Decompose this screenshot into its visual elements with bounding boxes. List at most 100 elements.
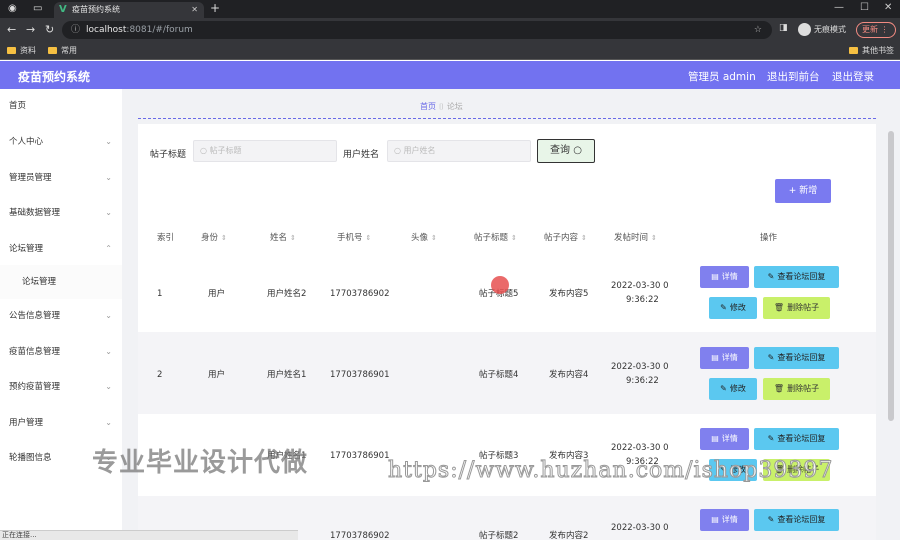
bookmark-folder[interactable]: 常用	[48, 45, 77, 56]
user-name-label: 用户姓名	[343, 150, 380, 160]
tab-title: 疫苗预约系统	[72, 5, 120, 14]
info-icon[interactable]: ⓘ	[71, 21, 80, 39]
query-button[interactable]: 查询 ○	[537, 139, 595, 163]
detail-button[interactable]: ▤ 详情	[700, 347, 749, 369]
sidebar-item-users[interactable]: 用户管理 ⌄	[0, 406, 122, 440]
detail-icon: ▤	[711, 434, 719, 443]
edit-icon: ✎	[767, 272, 775, 281]
url-host: localhost	[86, 25, 127, 35]
delete-label: 删除帖子	[787, 384, 820, 393]
breadcrumb-home[interactable]: 首页	[420, 102, 436, 111]
bookmark-folder[interactable]: 资料	[7, 45, 36, 56]
column-header-role[interactable]: 身份 ⇕	[201, 231, 227, 243]
sidebar-item-label: 公告信息管理	[9, 311, 61, 321]
logout-link[interactable]: 退出登录	[832, 69, 874, 84]
url-field[interactable]: ⓘ localhost:8081/#/forum ☆	[62, 21, 772, 39]
column-header-title[interactable]: 帖子标题 ⇕	[474, 231, 517, 243]
detail-button[interactable]: ▤ 详情	[700, 509, 749, 531]
browser-menu-icon[interactable]: ◉	[8, 3, 17, 14]
sidebar-item-label: 论坛管理	[22, 277, 57, 287]
maximize-icon[interactable]: ☐	[860, 2, 869, 13]
view-replies-button[interactable]: ✎ 查看论坛回复	[754, 428, 839, 450]
other-bookmarks-label: 其他书签	[862, 46, 894, 55]
cell-index: 2	[157, 370, 163, 380]
incognito-indicator[interactable]: 无痕模式	[798, 22, 846, 38]
sidebar-item-admin[interactable]: 管理员管理 ⌄	[0, 161, 122, 195]
back-to-front-link[interactable]: 退出到前台	[767, 69, 820, 84]
edit-icon: ✎	[767, 434, 775, 443]
breadcrumb: 首页 ⌷ 论坛	[420, 101, 463, 112]
column-header-label: 帖子标题	[474, 233, 509, 243]
incognito-label: 无痕模式	[814, 25, 846, 34]
sort-icon: ⇕	[221, 234, 227, 242]
post-title-input[interactable]: ○ 帖子标题	[193, 140, 337, 162]
view-replies-label: 查看论坛回复	[777, 515, 826, 524]
sidepanel-icon[interactable]: ◨	[779, 23, 788, 33]
sidebar-item-notice[interactable]: 公告信息管理 ⌄	[0, 299, 122, 333]
back-icon[interactable]: ←	[7, 23, 16, 36]
edit-button[interactable]: ✎ 修改	[709, 297, 757, 319]
cell-phone: 17703786901	[330, 370, 390, 380]
column-header-label: 手机号	[337, 233, 363, 243]
view-replies-button[interactable]: ✎ 查看论坛回复	[754, 347, 839, 369]
update-button[interactable]: 更新 ⋮	[856, 22, 896, 38]
detail-button[interactable]: ▤ 详情	[700, 428, 749, 450]
edit-icon: ✎	[767, 515, 775, 524]
column-header-label: 头像	[411, 233, 429, 243]
sidebar-item-basic-data[interactable]: 基础数据管理 ⌄	[0, 196, 122, 230]
window-close-icon[interactable]: ✕	[884, 2, 892, 13]
detail-button[interactable]: ▤ 详情	[700, 266, 749, 288]
column-header-avatar[interactable]: 头像 ⇕	[411, 231, 437, 243]
url-path: :8081/#/forum	[126, 25, 193, 35]
post-title-label: 帖子标题	[150, 150, 187, 160]
delete-button[interactable]: 🗑 删除帖子	[763, 297, 830, 319]
cell-time-2: 9:36:22	[626, 295, 659, 305]
sidebar-item-home[interactable]: 首页	[0, 89, 122, 123]
detail-label: 详情	[721, 353, 738, 362]
tab-search-icon[interactable]: ▭	[33, 3, 42, 14]
folder-icon	[849, 47, 858, 54]
browser-tab[interactable]: V 疫苗预约系统 ✕	[54, 2, 204, 18]
mouse-cursor-indicator	[491, 276, 509, 294]
sidebar-item-appointment[interactable]: 预约疫苗管理 ⌄	[0, 370, 122, 404]
column-header-time[interactable]: 发帖时间 ⇕	[614, 231, 657, 243]
column-header-content[interactable]: 帖子内容 ⇕	[544, 231, 587, 243]
column-header-actions: 操作	[760, 233, 778, 243]
reload-icon[interactable]: ↻	[45, 23, 54, 36]
sidebar-item-forum[interactable]: 论坛管理 ⌃	[0, 232, 122, 266]
minimize-icon[interactable]: —	[834, 2, 844, 13]
other-bookmarks[interactable]: 其他书签	[849, 45, 894, 56]
user-name-input[interactable]: ○ 用户姓名	[387, 140, 531, 162]
new-tab-icon[interactable]: +	[210, 1, 220, 15]
bookmark-star-icon[interactable]: ☆	[754, 21, 762, 39]
cell-title: 帖子标题2	[479, 531, 519, 540]
sidebar-item-profile[interactable]: 个人中心 ⌄	[0, 125, 122, 159]
view-replies-button[interactable]: ✎ 查看论坛回复	[754, 509, 839, 531]
forward-icon[interactable]: →	[26, 23, 35, 36]
view-replies-label: 查看论坛回复	[777, 353, 826, 362]
sidebar-item-label: 管理员管理	[9, 173, 52, 183]
delete-button[interactable]: 🗑 删除帖子	[763, 378, 830, 400]
column-header-phone[interactable]: 手机号 ⇕	[337, 231, 371, 243]
edit-button[interactable]: ✎ 修改	[709, 378, 757, 400]
scrollbar[interactable]	[888, 131, 894, 421]
trash-icon: 🗑	[773, 303, 785, 312]
post-title-placeholder: 帖子标题	[209, 146, 242, 155]
view-replies-button[interactable]: ✎ 查看论坛回复	[754, 266, 839, 288]
cell-time-2: 9:36:22	[626, 376, 659, 386]
chevron-down-icon: ⌄	[105, 311, 112, 320]
column-header-name[interactable]: 姓名 ⇕	[270, 231, 296, 243]
admin-label: 管理员 admin	[688, 71, 756, 83]
detail-label: 详情	[721, 272, 738, 281]
chevron-down-icon: ⌄	[105, 382, 112, 391]
add-button[interactable]: + 新增	[775, 179, 831, 203]
chevron-down-icon: ⌄	[105, 173, 112, 182]
view-replies-label: 查看论坛回复	[777, 434, 826, 443]
edit-label: 修改	[729, 384, 746, 393]
sidebar-subitem-forum[interactable]: 论坛管理	[0, 265, 122, 299]
detail-icon: ▤	[711, 353, 719, 362]
user-name-placeholder: 用户姓名	[403, 146, 436, 155]
close-tab-icon[interactable]: ✕	[191, 2, 198, 18]
sidebar-item-vaccine[interactable]: 疫苗信息管理 ⌄	[0, 335, 122, 369]
sort-icon: ⇕	[365, 234, 372, 242]
